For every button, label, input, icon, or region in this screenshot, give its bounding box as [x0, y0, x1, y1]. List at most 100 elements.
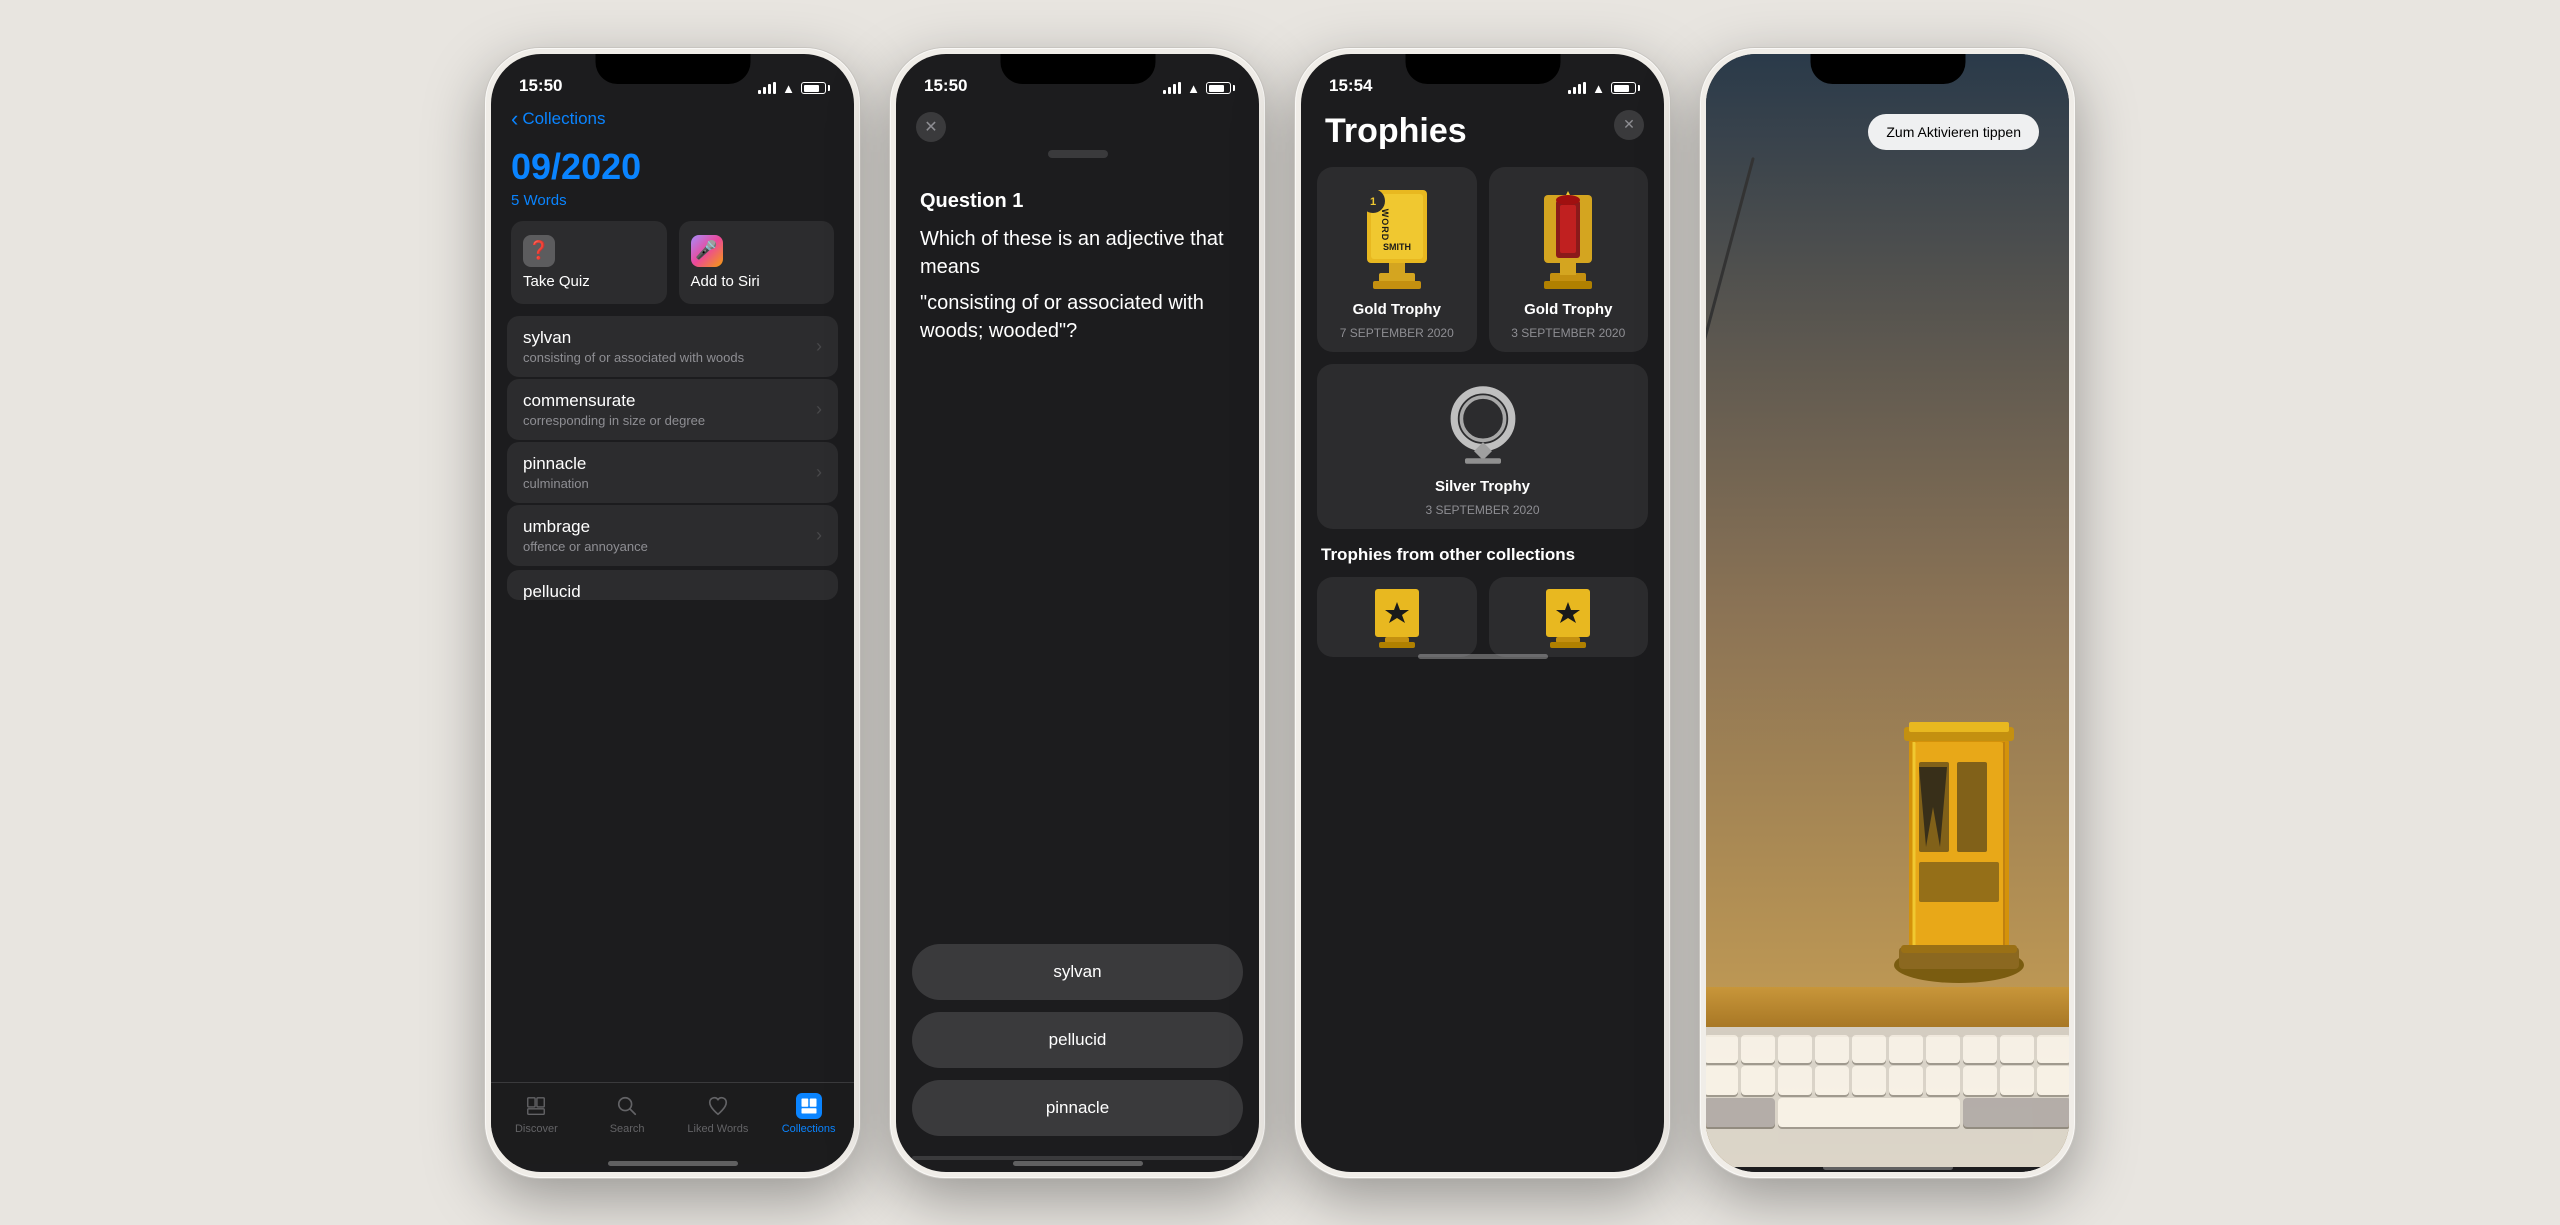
svg-text:WORD: WORD — [1380, 209, 1390, 242]
word-list: sylvan consisting of or associated with … — [491, 316, 854, 1082]
signal-icon-1 — [758, 82, 776, 94]
status-time-3: 15:54 — [1329, 76, 1372, 96]
notch-4 — [1810, 54, 1965, 84]
word-def-pinnacle: culmination — [523, 476, 589, 491]
search-tab-label: Search — [610, 1123, 645, 1135]
gold-trophy-img-1: WORD SMITH 1 — [1352, 183, 1442, 293]
svg-text:SMITH: SMITH — [1383, 242, 1411, 252]
add-siri-label: Add to Siri — [691, 273, 760, 290]
wifi-icon-1: ▲ — [782, 81, 795, 96]
gold-trophy-date-2: 3 SEPTEMBER 2020 — [1511, 326, 1625, 340]
answer-pinnacle[interactable]: pinnacle — [912, 1080, 1243, 1136]
word-def-commensurate: corresponding in size or degree — [523, 413, 705, 428]
word-row-commensurate[interactable]: commensurate corresponding in size or de… — [507, 379, 838, 440]
status-time-2: 15:50 — [924, 76, 967, 96]
discover-icon — [523, 1093, 549, 1119]
battery-icon-1 — [801, 82, 826, 94]
word-name-partial: pellucid — [523, 582, 581, 600]
other-trophies-row — [1301, 577, 1664, 657]
phone-4: Zum Aktivieren tippen — [1700, 48, 2075, 1178]
gold-trophy-date-1: 7 SEPTEMBER 2020 — [1340, 326, 1454, 340]
quiz-content: Question 1 Which of these is an adjectiv… — [896, 166, 1259, 567]
word-count: 5 Words — [491, 188, 854, 221]
tab-liked[interactable]: Liked Words — [673, 1093, 764, 1135]
take-quiz-button[interactable]: ❓ Take Quiz — [511, 221, 667, 304]
chevron-icon-commensurate: › — [816, 399, 822, 420]
quiz-close-button[interactable]: ✕ — [916, 112, 946, 142]
back-nav-1[interactable]: Collections — [491, 104, 854, 138]
discover-tab-label: Discover — [515, 1123, 558, 1135]
word-name-umbrage: umbrage — [523, 517, 648, 537]
phone-2: 15:50 ▲ ✕ Question 1 Which of these is a… — [890, 48, 1265, 1178]
gold-trophy-name-1: Gold Trophy — [1353, 301, 1441, 318]
action-buttons: ❓ Take Quiz 🎤 Add to Siri — [491, 221, 854, 316]
collection-title: 09/2020 — [491, 138, 854, 188]
quiz-close-area: ✕ — [896, 104, 1259, 150]
chevron-icon-sylvan: › — [816, 336, 822, 357]
camera-pill — [1048, 150, 1108, 158]
word-def-sylvan: consisting of or associated with woods — [523, 350, 744, 365]
word-row-pinnacle[interactable]: pinnacle culmination › — [507, 442, 838, 503]
word-row-partial[interactable]: pellucid — [507, 570, 838, 600]
svg-text:1: 1 — [1370, 196, 1376, 208]
question-quote: "consisting of or associated with woods;… — [920, 289, 1235, 345]
ar-screen: Zum Aktivieren tippen — [1706, 54, 2069, 1167]
question-text: Which of these is an adjective that mean… — [920, 225, 1235, 281]
siri-icon: 🎤 — [691, 235, 723, 267]
battery-icon-3 — [1611, 82, 1636, 94]
word-row-sylvan[interactable]: sylvan consisting of or associated with … — [507, 316, 838, 377]
answer-pellucid[interactable]: pellucid — [912, 1012, 1243, 1068]
phone-3: 15:54 ▲ ✕ Trophies — [1295, 48, 1670, 1178]
trophy-card-gold-2[interactable]: Gold Trophy 3 SEPTEMBER 2020 — [1489, 167, 1649, 352]
gold-trophy-name-2: Gold Trophy — [1524, 301, 1612, 318]
gold-trophy-img-2 — [1523, 183, 1613, 293]
question-label: Question 1 — [920, 190, 1235, 213]
collections-icon — [796, 1093, 822, 1119]
silver-trophy-date: 3 SEPTEMBER 2020 — [1425, 503, 1539, 517]
word-row-umbrage[interactable]: umbrage offence or annoyance › — [507, 505, 838, 566]
other-trophy-2[interactable] — [1489, 577, 1649, 657]
tab-collections[interactable]: Collections — [763, 1093, 854, 1135]
tab-search[interactable]: Search — [582, 1093, 673, 1135]
notch-3 — [1405, 54, 1560, 84]
quiz-icon: ❓ — [523, 235, 555, 267]
phone-1: 15:50 ▲ Collections 09/2020 5 Words ❓ Ta… — [485, 48, 860, 1178]
answer-list: sylvan pellucid pinnacle — [896, 944, 1259, 1156]
back-button-1[interactable]: Collections — [511, 108, 834, 130]
other-trophies-title: Trophies from other collections — [1301, 529, 1664, 577]
other-trophy-1[interactable] — [1317, 577, 1477, 657]
trophies-title-area: Trophies — [1301, 104, 1664, 167]
ar-trophy-3d — [1879, 687, 2039, 987]
ar-tooltip[interactable]: Zum Aktivieren tippen — [1868, 114, 2039, 150]
add-to-siri-button[interactable]: 🎤 Add to Siri — [679, 221, 835, 304]
status-icons-1: ▲ — [758, 81, 826, 96]
trophy-card-gold-1[interactable]: WORD SMITH 1 Gold Trophy 7 SEPTEMBER 202… — [1317, 167, 1477, 352]
wifi-icon-2: ▲ — [1187, 81, 1200, 96]
keyboard-bg — [1706, 1027, 2069, 1167]
chevron-icon-umbrage: › — [816, 525, 822, 546]
answer-sylvan[interactable]: sylvan — [912, 944, 1243, 1000]
word-name-commensurate: commensurate — [523, 391, 705, 411]
home-indicator-4 — [1706, 1167, 2069, 1172]
ar-background: Zum Aktivieren tippen — [1706, 54, 2069, 1167]
take-quiz-label: Take Quiz — [523, 273, 590, 290]
search-icon — [614, 1093, 640, 1119]
word-name-sylvan: sylvan — [523, 328, 744, 348]
tab-bar-1: Discover Search — [491, 1082, 854, 1164]
home-indicator-2 — [896, 1164, 1259, 1172]
chevron-icon-pinnacle: › — [816, 462, 822, 483]
trophies-grid: WORD SMITH 1 Gold Trophy 7 SEPTEMBER 202… — [1301, 167, 1664, 529]
cable-decoration — [1706, 157, 1755, 351]
status-icons-3: ▲ — [1568, 81, 1636, 96]
tab-discover[interactable]: Discover — [491, 1093, 582, 1135]
notch-2 — [1000, 54, 1155, 84]
trophy-card-silver[interactable]: Silver Trophy 3 SEPTEMBER 2020 — [1317, 364, 1648, 529]
home-indicator-3 — [1301, 657, 1664, 665]
trophies-close-button[interactable]: ✕ — [1614, 110, 1644, 140]
wifi-icon-3: ▲ — [1592, 81, 1605, 96]
notch-1 — [595, 54, 750, 84]
signal-icon-2 — [1163, 82, 1181, 94]
word-def-umbrage: offence or annoyance — [523, 539, 648, 554]
trophies-title: Trophies — [1325, 112, 1640, 151]
collections-tab-label: Collections — [782, 1123, 836, 1135]
